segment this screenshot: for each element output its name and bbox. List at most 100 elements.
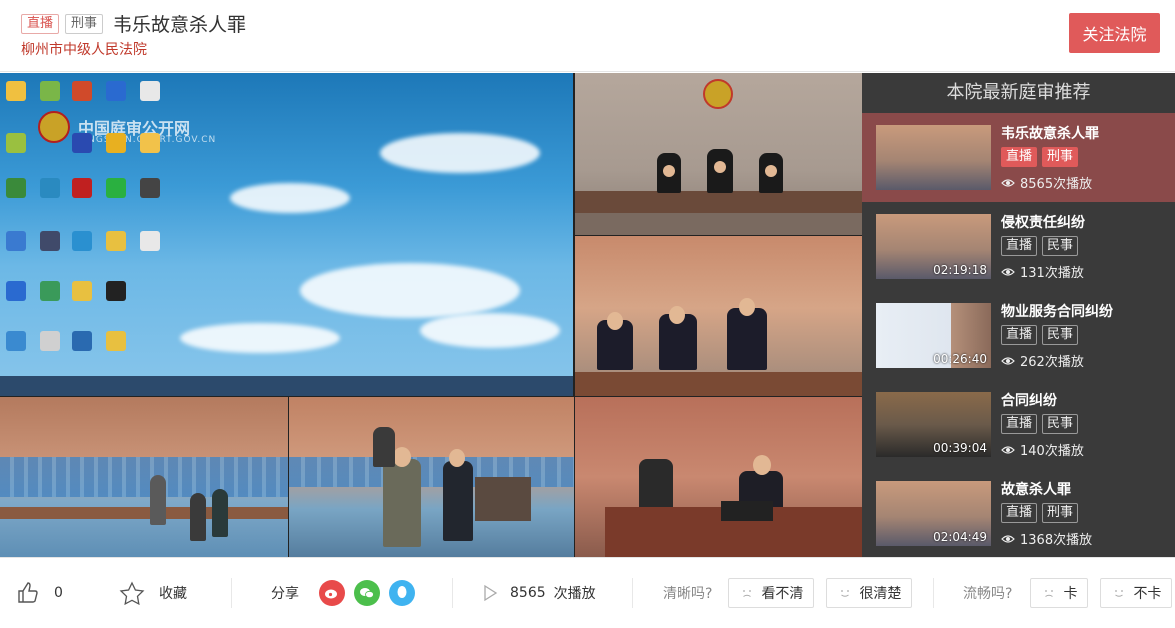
stuck-label: 卡 [1063, 586, 1078, 602]
recommend-plays: 1368次播放 [1001, 529, 1092, 548]
stuck-button[interactable]: 卡 [1030, 578, 1089, 608]
weibo-share-icon[interactable] [319, 580, 345, 606]
favorite-button[interactable]: 收藏 [119, 578, 187, 608]
recommend-title: 合同纠纷 [1001, 393, 1057, 409]
desktop-icon [6, 231, 26, 251]
desktop-icon [6, 331, 26, 351]
eye-icon [1001, 534, 1015, 543]
recommend-tag-live: 直播 [1001, 414, 1038, 434]
recommend-item[interactable]: 02:19:18 侵权责任纠纷 直播 民事 131次播放 [862, 202, 1175, 291]
desktop-icon [6, 81, 26, 101]
sad-face-icon [743, 590, 752, 597]
recommend-thumbnail: 00:39:04 [876, 392, 991, 457]
desktop-icon [40, 231, 60, 251]
desktop-icon [72, 231, 92, 251]
recommend-tag-type: 民事 [1042, 325, 1079, 345]
recommend-play-count: 1368次播放 [1020, 533, 1093, 548]
desktop-icon [72, 281, 92, 301]
smoothness-question: 流畅吗? [963, 586, 1013, 602]
desktop-icon [40, 281, 60, 301]
recommend-plays: 140次播放 [1001, 440, 1084, 459]
recommend-thumbnail: 00:26:40 [876, 303, 991, 368]
desktop-icon [40, 81, 60, 101]
smile-face-icon [1115, 590, 1124, 597]
smooth-label: 不卡 [1133, 586, 1162, 602]
title-row: 直播 刑事 韦乐故意杀人罪 [21, 10, 246, 37]
recommend-play-count: 8565次播放 [1020, 177, 1093, 192]
judges-camera-pane [575, 73, 862, 235]
action-bar: 0 收藏 分享 8565 次播放 清晰吗? 看不清 很清楚 流畅吗? 卡 不卡 [0, 557, 1175, 628]
recommend-duration: 02:19:18 [933, 263, 987, 277]
court-link[interactable]: 柳州市中级人民法院 [21, 39, 147, 59]
desktop-icon [106, 81, 126, 101]
recommend-thumbnail: 02:19:18 [876, 214, 991, 279]
recommend-item[interactable]: 02:04:49 故意杀人罪 直播 刑事 1368次播放 [862, 469, 1175, 558]
live-tag: 直播 [21, 13, 60, 34]
recommend-item[interactable]: 韦乐故意杀人罪 直播 刑事 8565次播放 [862, 113, 1175, 202]
follow-court-button[interactable]: 关注法院 [1069, 13, 1160, 53]
recommend-thumbnail: 02:04:49 [876, 481, 991, 546]
desktop-icon [40, 331, 60, 351]
desktop-icon [140, 231, 160, 251]
desktop-icon [140, 178, 160, 198]
recommend-thumbnail [876, 125, 991, 190]
unclear-button[interactable]: 看不清 [728, 578, 815, 608]
wechat-share-icon[interactable] [354, 580, 380, 606]
like-button[interactable]: 0 [16, 578, 63, 608]
recommend-plays: 262次播放 [1001, 351, 1084, 370]
recommend-play-count: 131次播放 [1020, 266, 1084, 281]
defendant-camera-pane [289, 397, 574, 557]
national-emblem-icon [703, 79, 733, 109]
play-count: 8565 [510, 585, 546, 601]
recommend-title: 韦乐故意杀人罪 [1001, 126, 1099, 142]
recommend-tag-type: 刑事 [1042, 147, 1079, 167]
recommend-tag-type: 民事 [1042, 414, 1079, 434]
prosecution-camera-pane [575, 236, 862, 396]
desktop-icon [106, 331, 126, 351]
clear-button[interactable]: 很清楚 [826, 578, 913, 608]
desktop-icon [140, 81, 160, 101]
taskbar [0, 376, 573, 396]
desktop-icon [140, 133, 160, 153]
recommend-title: 故意杀人罪 [1001, 482, 1071, 498]
courtroom-wide-camera-pane [0, 397, 288, 557]
sidebar-title: 本院最新庭审推荐 [946, 82, 1091, 103]
desktop-icon [106, 281, 126, 301]
recommend-item[interactable]: 00:39:04 合同纠纷 直播 民事 140次播放 [862, 380, 1175, 469]
play-count-group: 8565 次播放 [482, 578, 596, 608]
page-title: 韦乐故意杀人罪 [113, 14, 247, 36]
recommend-tag-live: 直播 [1001, 503, 1038, 523]
desktop-icon [106, 178, 126, 198]
smoothness-feedback: 流畅吗? 卡 不卡 [963, 578, 1173, 608]
recommend-play-count: 140次播放 [1020, 444, 1084, 459]
desktop-icon [72, 331, 92, 351]
recommend-tag-live: 直播 [1001, 325, 1038, 345]
smooth-button[interactable]: 不卡 [1100, 578, 1173, 608]
video-player[interactable]: 中国庭审公开网 TINGSHEN.COURT.GOV.CN [0, 73, 862, 557]
desktop-icon [72, 81, 92, 101]
like-count: 0 [54, 585, 63, 601]
clarity-feedback: 清晰吗? 看不清 很清楚 [663, 578, 913, 608]
desktop-icon [72, 178, 92, 198]
recommend-play-count: 262次播放 [1020, 355, 1084, 370]
favorite-label: 收藏 [159, 586, 187, 602]
desktop-icon [72, 133, 92, 153]
recommend-duration: 00:26:40 [933, 352, 987, 366]
recommend-tag-type: 刑事 [1042, 503, 1079, 523]
recommend-title: 物业服务合同纠纷 [1001, 304, 1113, 320]
recommend-plays: 131次播放 [1001, 262, 1084, 281]
unclear-label: 看不清 [761, 586, 804, 602]
screen-share-pane: 中国庭审公开网 TINGSHEN.COURT.GOV.CN [0, 73, 573, 396]
eye-icon [1001, 178, 1015, 187]
recommend-item[interactable]: 00:26:40 物业服务合同纠纷 直播 民事 262次播放 [862, 291, 1175, 380]
thumbs-up-icon [18, 582, 38, 603]
play-icon [484, 584, 498, 602]
page-header: 直播 刑事 韦乐故意杀人罪 柳州市中级人民法院 关注法院 [0, 0, 1175, 72]
recommend-tag-type: 民事 [1042, 236, 1079, 256]
desktop-icon [106, 231, 126, 251]
recommend-tag-live: 直播 [1001, 147, 1038, 167]
eye-icon [1001, 445, 1015, 454]
qq-share-icon[interactable] [389, 580, 415, 606]
eye-icon [1001, 267, 1015, 276]
defense-camera-pane [575, 397, 862, 557]
